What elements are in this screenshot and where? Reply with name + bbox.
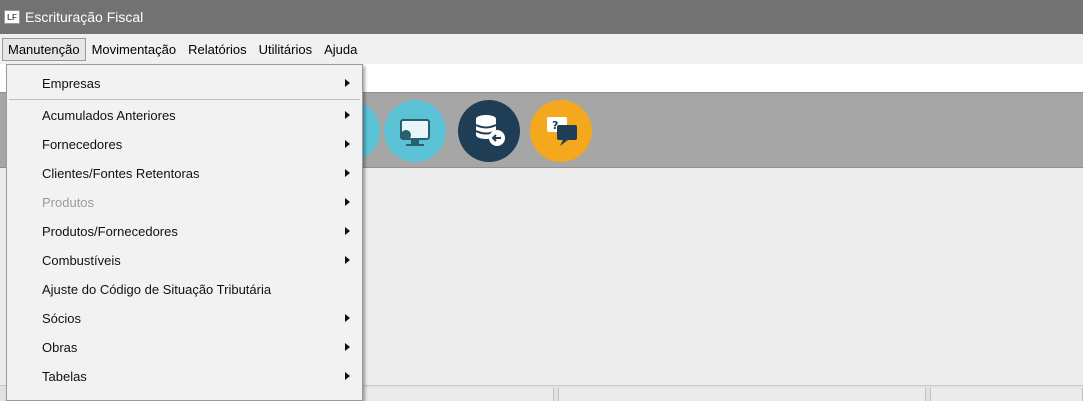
menu-item-combustiveis[interactable]: Combustíveis xyxy=(7,246,362,275)
title-bar: LF Escrituração Fiscal xyxy=(0,0,1083,34)
window-title: Escrituração Fiscal xyxy=(25,9,144,25)
toolbar-button-database[interactable] xyxy=(458,100,520,162)
menu-item-socios[interactable]: Sócios xyxy=(7,304,362,333)
menu-item-cut-off[interactable] xyxy=(7,391,362,401)
submenu-arrow-icon xyxy=(345,256,350,264)
submenu-arrow-icon xyxy=(345,140,350,148)
bottom-tab-3[interactable] xyxy=(930,388,1083,401)
bottom-tab-2[interactable] xyxy=(558,388,926,401)
submenu-arrow-icon xyxy=(345,198,350,206)
toolbar-button-monitor[interactable] xyxy=(384,100,446,162)
monitor-icon xyxy=(400,119,430,146)
submenu-arrow-icon xyxy=(345,314,350,322)
app-logo-icon: LF xyxy=(4,10,20,24)
menu-bar: Manutenção Movimentação Relatórios Utili… xyxy=(0,34,1083,64)
menu-ajuda[interactable]: Ajuda xyxy=(318,38,363,61)
menu-separator xyxy=(9,99,360,100)
menu-relatorios[interactable]: Relatórios xyxy=(182,38,253,61)
submenu-arrow-icon xyxy=(345,343,350,351)
submenu-arrow-icon xyxy=(345,372,350,380)
menu-item-ajuste-cst[interactable]: Ajuste do Código de Situação Tributária xyxy=(7,275,362,304)
submenu-arrow-icon xyxy=(345,79,350,87)
submenu-arrow-icon xyxy=(345,169,350,177)
dropdown-manutencao: Empresas Acumulados Anteriores Fornecedo… xyxy=(6,64,363,401)
bottom-tab-1[interactable] xyxy=(356,388,554,401)
menu-item-clientes-fontes-retentoras[interactable]: Clientes/Fontes Retentoras xyxy=(7,159,362,188)
toolbar-button-help[interactable]: ? xyxy=(530,100,592,162)
menu-movimentacao[interactable]: Movimentação xyxy=(86,38,183,61)
database-icon xyxy=(475,115,505,146)
menu-manutencao[interactable]: Manutenção xyxy=(2,37,86,61)
menu-item-fornecedores[interactable]: Fornecedores xyxy=(7,130,362,159)
menu-item-acumulados-anteriores[interactable]: Acumulados Anteriores xyxy=(7,101,362,130)
menu-item-tabelas[interactable]: Tabelas xyxy=(7,362,362,391)
menu-item-empresas[interactable]: Empresas xyxy=(7,69,362,98)
help-chat-icon: ? xyxy=(547,117,577,146)
submenu-arrow-icon xyxy=(345,111,350,119)
menu-utilitarios[interactable]: Utilitários xyxy=(253,38,318,61)
menu-item-produtos: Produtos xyxy=(7,188,362,217)
menu-item-obras[interactable]: Obras xyxy=(7,333,362,362)
menu-item-produtos-fornecedores[interactable]: Produtos/Fornecedores xyxy=(7,217,362,246)
submenu-arrow-icon xyxy=(345,227,350,235)
